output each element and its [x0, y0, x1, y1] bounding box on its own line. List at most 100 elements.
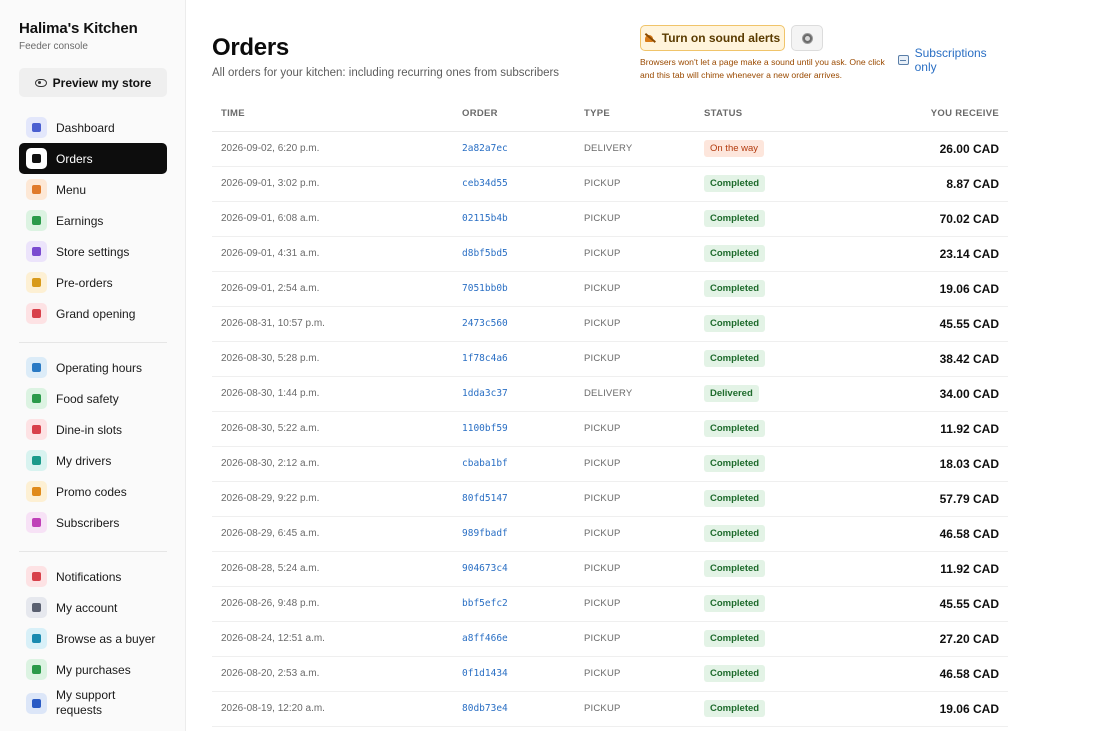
table-row[interactable]: 2026-08-30, 1:44 p.m. 1dda3c37 DELIVERY Del… — [212, 376, 1008, 412]
sidebar-item-grand-opening[interactable]: Grand opening — [19, 298, 167, 329]
order-type: PICKUP — [584, 633, 621, 644]
order-amount: 45.55 CAD — [864, 586, 1008, 622]
sidebar-item-pre-orders[interactable]: Pre-orders — [19, 267, 167, 298]
table-row[interactable]: 2026-08-30, 5:22 a.m. 1100bf59 PICKUP Compl… — [212, 411, 1008, 447]
order-type: PICKUP — [584, 563, 621, 574]
order-amount: 46.58 CAD — [864, 516, 1008, 552]
status-badge: Completed — [704, 210, 766, 227]
sidebar-item-dine-in-slots[interactable]: Dine-in slots — [19, 414, 167, 445]
status-badge: Completed — [704, 665, 766, 682]
sound-alerts-label: Turn on sound alerts — [661, 31, 781, 45]
order-id-link[interactable]: 02115b4b — [462, 213, 508, 224]
sidebar-item-subscribers[interactable]: Subscribers — [19, 507, 167, 538]
brand-title: Halima's Kitchen — [19, 20, 138, 37]
order-amount: 45.55 CAD — [864, 306, 1008, 342]
order-time: 2026-08-30, 2:12 a.m. — [212, 446, 462, 482]
table-row[interactable]: 2026-08-29, 9:22 p.m. 80fd5147 PICKUP Compl… — [212, 481, 1008, 517]
sound-alerts-button[interactable]: Turn on sound alerts — [640, 25, 785, 51]
sidebar-item-food-safety[interactable]: Food safety — [19, 383, 167, 414]
table-row[interactable]: 2026-09-01, 3:02 p.m. ceb34d55 PICKUP Compl… — [212, 166, 1008, 202]
nav-secondary: Operating hours Food safety Dine-in slots M… — [19, 352, 167, 538]
order-amount: 19.06 CAD — [864, 691, 1008, 727]
sidebar-item-label: Store settings — [56, 244, 130, 259]
table-row[interactable]: 2026-09-02, 6:20 p.m. 2a82a7ec DELIVERY On … — [212, 131, 1008, 167]
sidebar-item-my-purchases[interactable]: My purchases — [19, 654, 167, 685]
sidebar-item-dashboard[interactable]: Dashboard — [19, 112, 167, 143]
sidebar-item-label: Notifications — [56, 569, 122, 584]
status-badge: Delivered — [704, 385, 759, 402]
order-id-link[interactable]: cbaba1bf — [462, 458, 508, 469]
order-type: PICKUP — [584, 598, 621, 609]
order-id-link[interactable]: d8bf5bd5 — [462, 248, 508, 259]
sidebar-item-label: Food safety — [56, 391, 119, 406]
sidebar-item-label: Browse as a buyer — [56, 631, 156, 646]
status-badge: Completed — [704, 420, 766, 437]
sidebar-item-label: Orders — [56, 151, 93, 166]
table-row[interactable]: 2026-08-29, 6:45 a.m. 989fbadf PICKUP Compl… — [212, 516, 1008, 552]
sound-settings-button[interactable] — [791, 25, 823, 51]
order-time: 2026-09-01, 2:54 a.m. — [212, 271, 462, 307]
order-id-link[interactable]: a8ff466e — [462, 633, 508, 644]
sidebar-item-earnings[interactable]: Earnings — [19, 205, 167, 236]
sidebar-item-label: Grand opening — [56, 306, 136, 321]
order-type: DELIVERY — [584, 388, 633, 399]
sidebar-item-browse-as-a-buyer[interactable]: Browse as a buyer — [19, 623, 167, 654]
preview-store-button[interactable]: Preview my store — [19, 68, 167, 97]
order-type: PICKUP — [584, 493, 621, 504]
table-row[interactable]: 2026-08-30, 5:28 p.m. 1f78c4a6 PICKUP Compl… — [212, 341, 1008, 377]
table-row[interactable]: 2026-08-24, 12:51 a.m. a8ff466e PICKUP Comp… — [212, 621, 1008, 657]
tag-icon — [26, 481, 47, 502]
order-id-link[interactable]: 2a82a7ec — [462, 143, 508, 154]
sidebar-item-menu[interactable]: Menu — [19, 174, 167, 205]
sidebar-item-promo-codes[interactable]: Promo codes — [19, 476, 167, 507]
sidebar-item-notifications[interactable]: Notifications — [19, 561, 167, 592]
subscriptions-only-filter[interactable]: Subscriptions only — [898, 46, 1008, 74]
order-id-link[interactable]: 80fd5147 — [462, 493, 508, 504]
bar-chart-icon-glyph — [32, 123, 41, 132]
sidebar-item-label: Subscribers — [56, 515, 120, 530]
sidebar-item-my-support-requests[interactable]: My support requests — [19, 685, 167, 721]
table-row[interactable]: 2026-08-28, 5:24 a.m. 904673c4 PICKUP Compl… — [212, 551, 1008, 587]
order-id-link[interactable]: 1f78c4a6 — [462, 353, 508, 364]
table-row[interactable]: 2026-08-26, 9:48 p.m. bbf5efc2 PICKUP Compl… — [212, 586, 1008, 622]
order-id-link[interactable]: 2473c560 — [462, 318, 508, 329]
order-type: PICKUP — [584, 283, 621, 294]
page-title: Orders — [212, 34, 289, 61]
order-type: PICKUP — [584, 353, 621, 364]
bag-icon-glyph — [32, 634, 41, 643]
sidebar-item-operating-hours[interactable]: Operating hours — [19, 352, 167, 383]
table-row[interactable]: 2026-08-30, 2:12 a.m. cbaba1bf PICKUP Compl… — [212, 446, 1008, 482]
order-type: PICKUP — [584, 703, 621, 714]
table-row[interactable]: 2026-09-01, 4:31 a.m. d8bf5bd5 PICKUP Compl… — [212, 236, 1008, 272]
table-row[interactable]: 2026-09-01, 2:54 a.m. 7051bb0b PICKUP Compl… — [212, 271, 1008, 307]
sidebar-item-orders[interactable]: Orders — [19, 143, 167, 174]
sidebar-item-store-settings[interactable]: Store settings — [19, 236, 167, 267]
order-id-link[interactable]: bbf5efc2 — [462, 598, 508, 609]
order-id-link[interactable]: ceb34d55 — [462, 178, 508, 189]
order-type: PICKUP — [584, 423, 621, 434]
table-row[interactable]: 2026-08-31, 10:57 p.m. 2473c560 PICKUP Comp… — [212, 306, 1008, 342]
muted-bell-icon — [644, 33, 656, 43]
table-row[interactable]: 2026-09-01, 6:08 a.m. 02115b4b PICKUP Compl… — [212, 201, 1008, 237]
order-time: 2026-08-24, 12:51 a.m. — [212, 621, 462, 657]
sidebar-item-my-drivers[interactable]: My drivers — [19, 445, 167, 476]
order-id-link[interactable]: 7051bb0b — [462, 283, 508, 294]
bar-chart-icon — [26, 117, 47, 138]
order-id-link[interactable]: 1dda3c37 — [462, 388, 508, 399]
status-badge: Completed — [704, 560, 766, 577]
table-row[interactable]: 2026-08-20, 2:53 a.m. 0f1d1434 PICKUP Compl… — [212, 656, 1008, 692]
sound-alerts-note: Browsers won't let a page make a sound u… — [640, 57, 885, 80]
order-id-link[interactable]: 0f1d1434 — [462, 668, 508, 679]
sidebar-item-label: My account — [56, 600, 118, 615]
nav-divider — [19, 342, 167, 343]
order-id-link[interactable]: 1100bf59 — [462, 423, 508, 434]
order-id-link[interactable]: 989fbadf — [462, 528, 508, 539]
gear-icon — [802, 33, 812, 43]
order-amount: 18.03 CAD — [864, 446, 1008, 482]
order-id-link[interactable]: 904673c4 — [462, 563, 508, 574]
order-id-link[interactable]: 80db73e4 — [462, 703, 508, 714]
order-time: 2026-09-01, 4:31 a.m. — [212, 236, 462, 272]
table-row[interactable]: 2026-08-19, 12:20 a.m. 80db73e4 PICKUP Comp… — [212, 691, 1008, 727]
bell-icon — [26, 566, 47, 587]
sidebar-item-my-account[interactable]: My account — [19, 592, 167, 623]
